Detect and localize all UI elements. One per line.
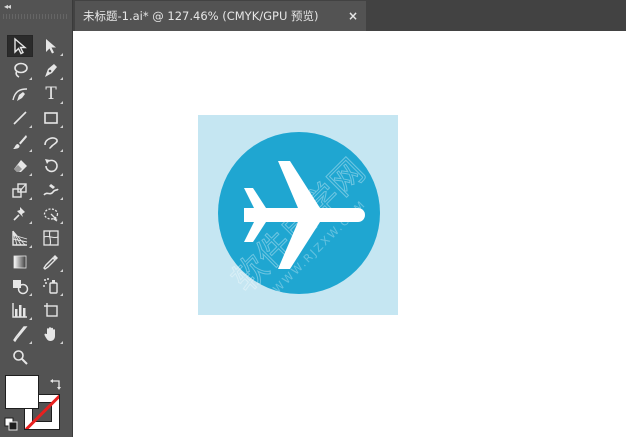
perspective-grid-icon: [12, 230, 28, 246]
pen-tool[interactable]: [38, 59, 64, 81]
pen-icon: [45, 64, 57, 77]
flyout-indicator: [60, 173, 63, 176]
type-icon: T: [45, 84, 57, 104]
flyout-indicator: [29, 149, 32, 152]
type-tool[interactable]: T: [38, 83, 64, 105]
flyout-indicator: [29, 221, 32, 224]
arrow-white-icon: [46, 39, 56, 54]
symbol-sprayer-icon: [43, 278, 58, 294]
eraser-tool[interactable]: [7, 155, 33, 177]
flyout-indicator: [60, 293, 63, 296]
gradient-icon: [13, 255, 27, 269]
line-icon: [13, 111, 27, 125]
eyedropper-icon: [43, 255, 58, 270]
document-tab[interactable]: 未标题-1.ai* @ 127.46% (CMYK/GPU 预览) ×: [75, 1, 366, 31]
flyout-indicator: [60, 149, 63, 152]
flyout-indicator: [60, 221, 63, 224]
eyedropper-tool[interactable]: [38, 251, 64, 273]
artboard-icon: [44, 303, 58, 317]
free-transform-icon: [43, 208, 59, 222]
document-tab-title: 未标题-1.ai* @ 127.46% (CMYK/GPU 预览): [83, 9, 319, 23]
zoom-tool[interactable]: [7, 346, 33, 368]
shape-builder-tool[interactable]: [7, 275, 33, 297]
arrow-black-icon: [14, 37, 27, 55]
pin-icon: [13, 207, 25, 221]
warp-icon: [43, 184, 59, 196]
lasso-icon: [14, 62, 28, 78]
eraser-icon: [14, 160, 27, 172]
scale-tool[interactable]: [7, 179, 33, 201]
warp-tool[interactable]: [38, 179, 64, 201]
flyout-indicator: [60, 77, 63, 80]
collapse-panel-icon[interactable]: ◂◂: [4, 2, 24, 12]
flyout-indicator: [29, 245, 32, 248]
rotate-tool[interactable]: [38, 155, 64, 177]
default-colors-icon[interactable]: [4, 416, 18, 431]
shape-builder-icon: [13, 280, 29, 295]
curvature-tool[interactable]: [7, 83, 33, 105]
column-graph-tool[interactable]: [7, 299, 33, 321]
perspective-grid-tool[interactable]: [7, 227, 33, 249]
flyout-indicator: [29, 293, 32, 296]
document-tab-bar: 未标题-1.ai* @ 127.46% (CMYK/GPU 预览) ×: [73, 0, 626, 31]
airplane-artwork[interactable]: 软件自学网 WWW.RJZXW.COM: [198, 115, 398, 315]
puppet-warp-tool[interactable]: [7, 203, 33, 225]
rectangle-tool[interactable]: [38, 107, 64, 129]
slice-icon: [13, 326, 28, 343]
brush-icon: [13, 135, 27, 149]
hand-icon: [44, 327, 55, 341]
free-transform-tool[interactable]: [38, 203, 64, 225]
symbol-sprayer-tool[interactable]: [38, 275, 64, 297]
flyout-indicator: [29, 341, 32, 344]
flyout-indicator: [60, 341, 63, 344]
artboard-canvas[interactable]: 软件自学网 WWW.RJZXW.COM: [73, 31, 626, 437]
slice-tool[interactable]: [7, 323, 33, 345]
flyout-indicator: [60, 125, 63, 128]
rotate-icon: [45, 159, 58, 173]
flyout-indicator: [60, 53, 63, 56]
curvature-pen-icon: [12, 88, 28, 101]
lasso-tool[interactable]: [7, 59, 33, 81]
mesh-icon: [43, 230, 59, 246]
rectangle-icon: [44, 112, 58, 124]
gradient-tool[interactable]: [7, 251, 33, 273]
flyout-indicator: [29, 77, 32, 80]
hand-tool[interactable]: [38, 323, 64, 345]
flyout-indicator: [29, 197, 32, 200]
panel-grip[interactable]: [3, 14, 69, 19]
fill-color-swatch[interactable]: [5, 375, 39, 409]
line-segment-tool[interactable]: [7, 107, 33, 129]
tools-panel: ◂◂ T: [0, 0, 73, 437]
artboard-tool[interactable]: [38, 299, 64, 321]
direct-selection-tool[interactable]: [38, 35, 64, 57]
flyout-indicator: [29, 173, 32, 176]
selection-tool[interactable]: [7, 35, 33, 57]
shaper-icon: [44, 137, 58, 149]
flyout-indicator: [60, 101, 63, 104]
swap-arrow-icon[interactable]: [49, 376, 63, 390]
mesh-tool[interactable]: [38, 227, 64, 249]
flyout-indicator: [60, 269, 63, 272]
close-icon[interactable]: ×: [346, 9, 360, 23]
flyout-indicator: [60, 197, 63, 200]
scale-icon: [12, 183, 27, 198]
paintbrush-tool[interactable]: [7, 131, 33, 153]
flyout-indicator: [29, 317, 32, 320]
shaper-tool[interactable]: [38, 131, 64, 153]
graph-icon: [12, 303, 27, 318]
zoom-icon: [13, 350, 28, 365]
flyout-indicator: [29, 125, 32, 128]
